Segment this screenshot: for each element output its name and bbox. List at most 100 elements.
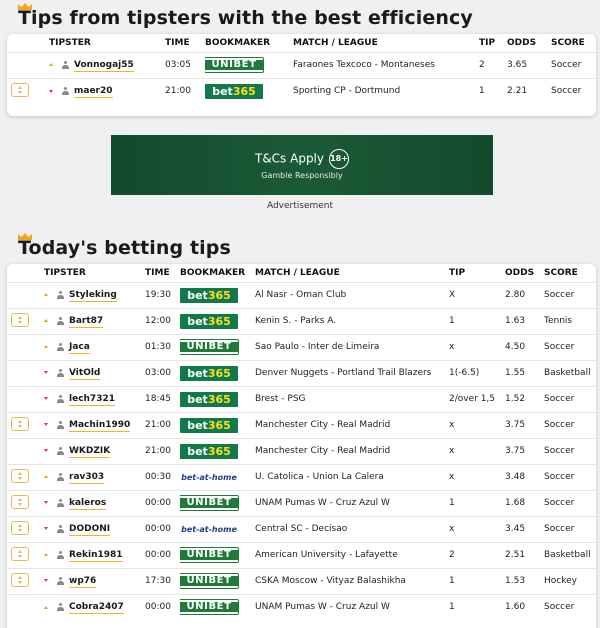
odds-value: 2.51: [505, 541, 544, 568]
tip-time: 21:00: [145, 411, 180, 438]
bet365-logo[interactable]: bet365: [180, 391, 238, 407]
table-row[interactable]: rav303 00:30 bet-at-home U. Catolica - Unio…: [7, 463, 596, 490]
match-name: U. Catolica - Union La Calera: [255, 463, 449, 490]
table-row[interactable]: wp76 17:30 UNIBET CSKA Moscow - Vityaz Bala…: [7, 567, 596, 594]
tipster-name-link[interactable]: Styleking: [69, 289, 117, 302]
table-header-row: TIPSTER TIME BOOKMAKER MATCH / LEAGUE TI…: [7, 34, 596, 52]
table-row[interactable]: Rekin1981 00:00 UNIBET American University …: [7, 541, 596, 568]
sport-score: Soccer: [544, 593, 596, 620]
user-icon: [57, 290, 64, 299]
odds-value: 1.63: [505, 307, 544, 334]
unibet-logo[interactable]: UNIBET: [180, 547, 239, 563]
trend-up-icon: [44, 293, 48, 297]
trend-up-icon: [44, 605, 48, 609]
table-row[interactable]: Vonnogaj55 03:05 UNIBET Faraones Texcoco - …: [7, 51, 596, 78]
expand-toggle-button[interactable]: [11, 546, 29, 561]
bet365-logo[interactable]: bet365: [205, 83, 263, 99]
expand-toggle-button[interactable]: [11, 312, 29, 327]
tip-time: 19:30: [145, 281, 180, 308]
bet365-logo[interactable]: bet365: [180, 417, 238, 433]
bet-at-home-logo[interactable]: bet-at-home: [180, 469, 238, 485]
table-row[interactable]: lech7321 18:45 bet365 Brest - PSG 2/over 1,5…: [7, 385, 596, 412]
trend-up-icon: [44, 475, 48, 479]
trend-down-icon: [44, 449, 48, 453]
tipster-name-link[interactable]: Bart87: [69, 315, 104, 328]
odds-value: 2.80: [505, 281, 544, 308]
tipster-name-link[interactable]: Machin1990: [69, 419, 131, 432]
col-header-tipster: TIPSTER: [44, 267, 86, 278]
col-header-match: MATCH / LEAGUE: [255, 267, 340, 278]
tip-value: 2: [479, 51, 507, 78]
section-title-best-efficiency: Tips from tipsters with the best efficie…: [18, 7, 473, 29]
tip-time: 03:05: [165, 51, 205, 78]
table-row[interactable]: Jaca 01:30 UNIBET Sao Paulo - Inter de Lime…: [7, 333, 596, 360]
trend-down-icon: [44, 423, 48, 427]
tip-value: 2: [449, 541, 505, 568]
advertisement-banner[interactable]: T&Cs Apply 18+ Gamble Responsibly: [111, 135, 493, 195]
table-row[interactable]: DODONI 00:00 bet-at-home Central SC - Decis…: [7, 515, 596, 542]
tipster-name-link[interactable]: DODONI: [69, 523, 111, 536]
table-row[interactable]: Cobra2407 00:00 UNIBET UNAM Pumas W - Cruz …: [7, 593, 596, 620]
odds-value: 3.75: [505, 411, 544, 438]
sport-score: Soccer: [544, 489, 596, 516]
tipster-name-link[interactable]: wp76: [69, 575, 97, 588]
todays-tips-table-card: TIPSTER TIME BOOKMAKER MATCH / LEAGUE TI…: [7, 264, 596, 628]
table-row[interactable]: VitOld 03:00 bet365 Denver Nuggets - Portla…: [7, 359, 596, 386]
bet365-logo[interactable]: bet365: [180, 443, 238, 459]
table-row[interactable]: Machin1990 21:00 bet365 Manchester City - R…: [7, 411, 596, 438]
tipster-name-link[interactable]: Cobra2407: [69, 602, 124, 614]
sport-score: Soccer: [544, 411, 596, 438]
best-efficiency-table-card: TIPSTER TIME BOOKMAKER MATCH / LEAGUE TI…: [7, 34, 596, 116]
tipster-name-link[interactable]: Rekin1981: [69, 549, 123, 562]
table-row[interactable]: maer20 21:00 bet365 Sporting CP - Dortmund 1…: [7, 77, 596, 104]
match-name: Manchester City - Real Madrid: [255, 411, 449, 438]
tip-value: x: [449, 333, 505, 360]
table-row[interactable]: WKDZIK 21:00 bet365 Manchester City - Real …: [7, 437, 596, 464]
unibet-logo[interactable]: UNIBET: [180, 339, 239, 355]
bet-at-home-logo[interactable]: bet-at-home: [180, 521, 238, 537]
table-row[interactable]: Styleking 19:30 bet365 Al Nasr - Oman Club X…: [7, 281, 596, 308]
unibet-logo[interactable]: UNIBET: [180, 573, 239, 589]
user-icon: [62, 60, 69, 69]
col-header-score: SCORE: [551, 37, 585, 48]
col-header-tipster: TIPSTER: [49, 37, 91, 48]
trend-up-icon: [44, 319, 48, 323]
trend-down-icon: [44, 501, 48, 505]
sport-score: Hockey: [544, 567, 596, 594]
table-row[interactable]: Bart87 12:00 bet365 Kenin S. - Parks A. 1 1.6…: [7, 307, 596, 334]
expand-toggle-button[interactable]: [11, 520, 29, 535]
tipster-name-link[interactable]: kaleros: [69, 497, 107, 510]
user-icon: [57, 472, 64, 481]
expand-toggle-button[interactable]: [11, 468, 29, 483]
tipster-name-link[interactable]: Vonnogaj55: [74, 59, 134, 72]
tipster-name-link[interactable]: VitOld: [69, 367, 101, 380]
trend-down-icon: [44, 371, 48, 375]
tipster-name-link[interactable]: WKDZIK: [69, 445, 111, 458]
tip-time: 00:00: [145, 515, 180, 542]
bet365-logo[interactable]: bet365: [180, 313, 238, 329]
user-icon: [62, 87, 69, 95]
tip-time: 21:00: [145, 437, 180, 464]
trend-up-icon: [44, 553, 48, 557]
tipster-name-link[interactable]: maer20: [74, 86, 113, 98]
tip-value: x: [449, 463, 505, 490]
bet365-logo[interactable]: bet365: [180, 365, 238, 381]
expand-toggle-button[interactable]: [11, 416, 29, 431]
unibet-logo[interactable]: UNIBET: [180, 599, 239, 616]
table-row[interactable]: kaleros 00:00 UNIBET UNAM Pumas W - Cruz Az…: [7, 489, 596, 516]
bet365-logo[interactable]: bet365: [180, 287, 238, 303]
tip-value: 2/over 1,5: [449, 385, 505, 412]
odds-value: 3.45: [505, 515, 544, 542]
odds-value: 3.48: [505, 463, 544, 490]
expand-toggle-button[interactable]: [11, 82, 29, 97]
unibet-logo[interactable]: UNIBET: [180, 495, 239, 511]
match-name: Denver Nuggets - Portland Trail Blazers: [255, 359, 449, 386]
tipster-name-link[interactable]: Jaca: [69, 341, 90, 354]
tipster-name-link[interactable]: rav303: [69, 471, 105, 484]
match-name: Faraones Texcoco - Montaneses: [293, 51, 479, 78]
tipster-name-link[interactable]: lech7321: [69, 393, 115, 406]
unibet-logo[interactable]: UNIBET: [205, 57, 264, 73]
tip-time: 03:00: [145, 359, 180, 386]
expand-toggle-button[interactable]: [11, 494, 29, 509]
expand-toggle-button[interactable]: [11, 572, 29, 587]
